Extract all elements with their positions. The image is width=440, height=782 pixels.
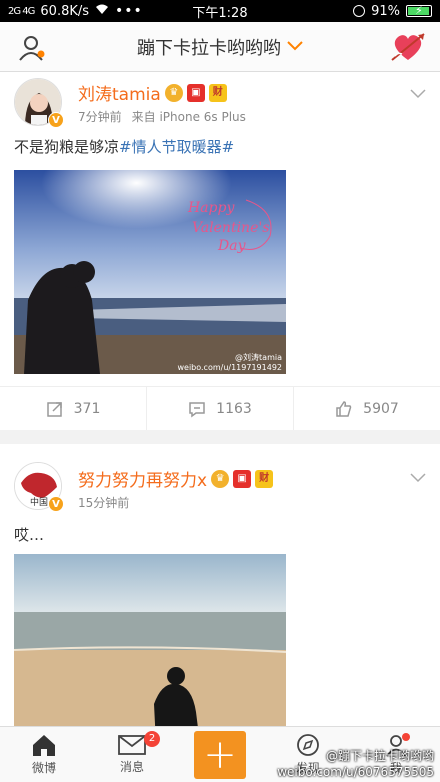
post-meta: 15分钟前 [78,494,129,511]
add-friend-icon[interactable] [18,34,46,62]
cai-badge-icon: 财 [208,83,227,102]
crown-badge-icon: ♛ [164,83,183,102]
verified-badge-icon: V [48,496,64,512]
username[interactable]: 努力努力再努力x [78,466,207,491]
valentine-heart-icon[interactable] [390,30,426,64]
tab-label: 微博 [31,761,56,775]
comment-button[interactable]: 1163 [146,387,293,430]
post-source: 来自 iPhone 6s Plus [131,110,246,124]
battery-percent: 91% [371,3,400,19]
tab-messages[interactable]: 消息 2 [88,727,176,782]
signal-icon: 2G 4G [8,5,35,17]
compass-icon [297,734,319,756]
red-envelope-icon: ▣ [233,469,252,488]
battery-icon: ⚡ [406,4,432,17]
wifi-icon [95,4,109,19]
tab-discover[interactable]: 发现 [264,727,352,782]
tab-home[interactable]: 微博 [0,727,88,782]
post-time: 15分钟前 [78,496,130,510]
post-image[interactable]: Happy Valentine's Day @刘涛tamia weibo.com… [14,170,286,374]
post-text: 不是狗粮是够凉#情人节取暖器# [14,136,234,157]
post-text: 哎… [14,526,45,544]
group-switcher[interactable]: 蹦下卡拉卡哟哟哟 [137,34,303,60]
verified-badge-icon: V [48,112,64,128]
weibo-post[interactable]: 中国 V 努力努力再努力x ♛ ▣ 财 15分钟前 哎… [0,444,440,726]
post-author[interactable]: 刘涛tamia ♛ ▣ 财 [78,80,227,105]
svg-text:Day: Day [217,238,247,254]
repost-icon [46,401,62,417]
plus-icon: + [194,730,246,779]
chevron-down-icon[interactable] [410,468,426,483]
hashtag-link[interactable]: #情人节取暖器# [119,138,234,156]
page-title: 蹦下卡拉卡哟哟哟 [137,37,281,59]
compose-button[interactable]: + [176,727,264,782]
username[interactable]: 刘涛tamia [78,80,161,105]
notification-dot [402,733,410,741]
post-actions: 371 1163 5907 [0,386,440,430]
comment-count: 1163 [216,400,252,417]
repost-count: 371 [73,400,101,417]
post-meta: 7分钟前 来自 iPhone 6s Plus [78,108,246,125]
like-count: 5907 [363,400,399,417]
more-dots-icon: ••• [115,3,143,19]
image-watermark-name: @刘涛tamia [235,352,282,362]
crown-badge-icon: ♛ [211,469,230,488]
tab-label: 我 [389,761,402,775]
network-speed: 60.8K/s [40,3,90,19]
thumbs-up-icon [336,400,352,417]
post-image[interactable] [14,554,286,726]
unread-badge: 2 [144,731,160,747]
top-navbar: 蹦下卡拉卡哟哟哟 [0,22,440,72]
svg-text:Valentine's: Valentine's [192,220,269,236]
image-watermark-url: weibo.com/u/1197191492 [177,363,282,372]
red-envelope-icon: ▣ [186,83,205,102]
weibo-post[interactable]: V 刘涛tamia ♛ ▣ 财 7分钟前 来自 iPhone 6s Plus 不… [0,72,440,430]
repost-button[interactable]: 371 [0,387,146,430]
like-button[interactable]: 5907 [293,387,440,430]
tab-label: 发现 [295,761,320,775]
tab-label: 消息 [119,760,144,774]
post-author[interactable]: 努力努力再努力x ♛ ▣ 财 [78,466,274,491]
feed[interactable]: V 刘涛tamia ♛ ▣ 财 7分钟前 来自 iPhone 6s Plus 不… [0,72,440,726]
alarm-icon [353,5,366,17]
post-body: 不是狗粮是够凉 [14,138,120,156]
comment-icon [189,401,205,417]
status-bar: 2G 4G 60.8K/s ••• 下午1:28 91% ⚡ [0,0,440,22]
avatar-text: 中国 [30,496,48,508]
chevron-down-icon[interactable] [410,84,426,99]
valentine-caption: Happy [187,200,235,216]
bottom-tabbar: 微博 消息 2 + 发现 我 [0,726,440,782]
post-time: 7分钟前 [78,110,122,124]
chevron-down-icon [287,39,303,55]
cai-badge-icon: 财 [255,469,274,488]
divider [0,430,440,444]
home-icon [33,735,55,756]
tab-me[interactable]: 我 [352,727,440,782]
envelope-icon [118,735,146,755]
